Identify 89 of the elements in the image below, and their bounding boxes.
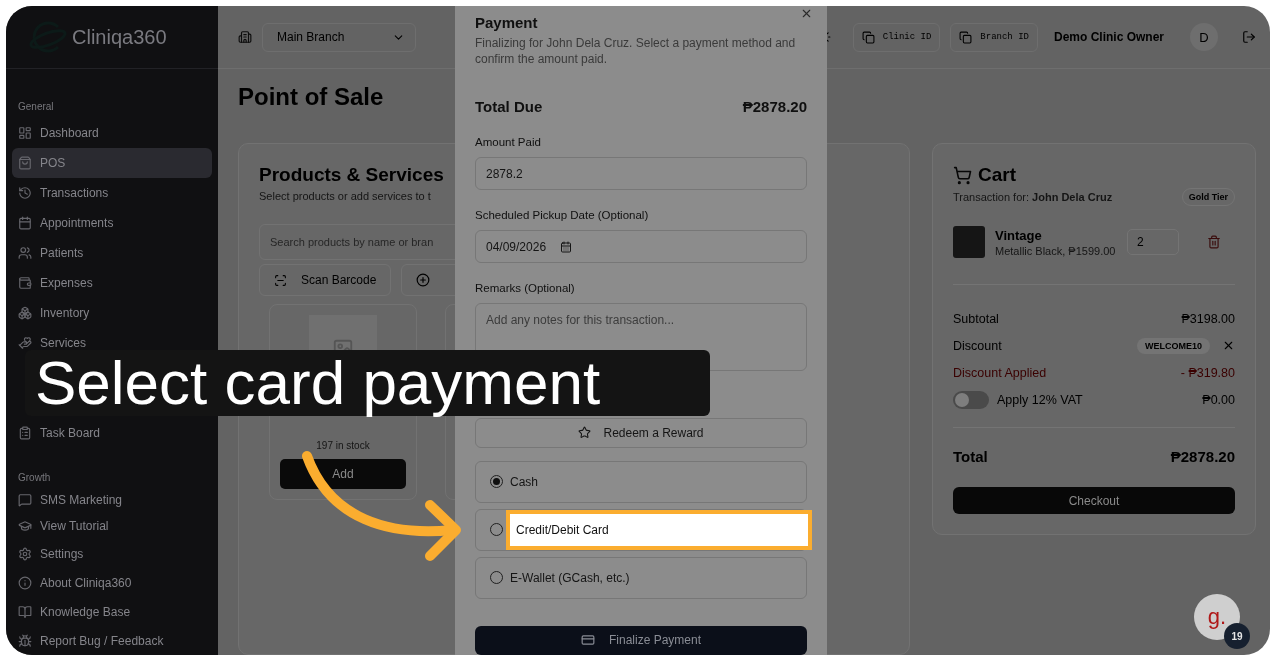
sidebar-item[interactable]: Task Board (12, 418, 212, 449)
graduation-cap-icon (18, 518, 32, 533)
calendar-icon (560, 240, 573, 253)
add-button[interactable]: Add (280, 459, 406, 489)
section-title: General (17, 100, 55, 115)
clipboard-icon (18, 426, 32, 441)
field-label: Scheduled Pickup Date (Optional) (475, 209, 650, 221)
star-icon (578, 426, 592, 440)
bug-icon (18, 633, 32, 648)
info-icon (18, 576, 32, 591)
total-label: Total (953, 448, 988, 465)
book-icon (18, 604, 32, 619)
message-icon (18, 493, 32, 508)
sidebar-item[interactable]: Appointments (12, 208, 212, 239)
summary-value: ₱3198.00 (1181, 311, 1235, 326)
scan-barcode-button[interactable]: Scan Barcode (259, 264, 392, 296)
summary-label: Apply 12% VAT (997, 392, 1083, 407)
sidebar-item[interactable]: Report Bug / Feedback (12, 626, 212, 655)
item-detail: Metallic Black, ₱1599.00 (995, 244, 1116, 257)
item-name: Vintage (995, 227, 1043, 243)
scan-icon (274, 273, 287, 287)
notification-badge: 19 (1224, 623, 1250, 649)
credit-card-icon (580, 633, 595, 648)
hand-heart-icon (18, 336, 32, 351)
card-title: Products & Services (259, 164, 444, 186)
redeem-reward-button[interactable]: Redeem a Reward (475, 418, 807, 448)
summary-label: Discount Applied (953, 365, 1047, 380)
card-subtitle: Select products or add services to t (259, 190, 431, 202)
wallet-icon (18, 276, 32, 291)
building-icon (238, 30, 252, 44)
sidebar-item[interactable]: Expenses (12, 268, 212, 299)
copy-branch-id-button[interactable]: Branch ID (950, 22, 1038, 52)
date-field[interactable]: 04/09/2026 (475, 230, 807, 263)
dashboard-icon (18, 126, 32, 141)
cart-icon (953, 165, 972, 185)
field-label: Remarks (Optional) (475, 282, 576, 294)
quantity-field[interactable]: 2 (1127, 229, 1179, 255)
vat-toggle[interactable] (953, 390, 989, 409)
copy-icon (861, 30, 875, 44)
page-title: Point of Sale (238, 83, 384, 112)
boxes-icon (18, 306, 32, 321)
trash-icon[interactable] (1207, 235, 1221, 249)
shopping-bag-icon (18, 156, 32, 171)
sidebar-item[interactable]: Transactions (12, 178, 212, 209)
finalize-payment-button[interactable]: Finalize Payment (475, 625, 807, 655)
sidebar-item[interactable]: Inventory (12, 298, 212, 329)
customer-text: Transaction for: John Dela Cruz (953, 191, 1113, 203)
card-title: Cart (978, 164, 1016, 186)
product-thumbnail (953, 226, 985, 258)
branch-select[interactable]: Main Branch (262, 22, 416, 52)
total-due-label: Total Due (475, 98, 543, 115)
summary-label: Discount (953, 338, 1002, 353)
sidebar-item[interactable]: SMS Marketing (12, 489, 212, 512)
close-icon[interactable] (1222, 339, 1235, 352)
logo-text: Cliniqa360 (72, 25, 167, 49)
sidebar-item[interactable]: Knowledge Base (12, 597, 212, 627)
plus-circle-icon (416, 273, 431, 287)
sidebar-item[interactable]: Patients (12, 238, 212, 269)
sidebar-item[interactable]: View Tutorial (12, 511, 212, 541)
users-icon (18, 246, 32, 261)
stock-text: 197 in stock (316, 440, 370, 451)
checkout-button[interactable]: Checkout (953, 487, 1235, 514)
dialog-description: Finalizing for John Dela Cruz. Select a payment method and confirm the amount paid. (475, 35, 797, 67)
field-label: Amount Paid (475, 136, 542, 148)
coupon-badge: WELCOME10 (1137, 337, 1210, 354)
user-name: Demo Clinic Owner (1053, 30, 1164, 44)
payment-option[interactable]: E-Wallet (GCash, etc.) (475, 556, 807, 599)
user-avatar[interactable]: D (1190, 23, 1218, 51)
payment-option[interactable]: Cash (475, 460, 807, 503)
section-title: Growth (17, 471, 52, 486)
sidebar-item[interactable]: Dashboard (12, 118, 212, 149)
sidebar-item[interactable]: Settings (12, 540, 212, 569)
input-field[interactable]: 2878.2 (475, 157, 807, 190)
dialog-title: Payment (475, 14, 538, 31)
logout-icon[interactable] (1242, 30, 1256, 44)
calendar-icon (18, 216, 32, 231)
copy-clinic-id-button[interactable]: Clinic ID (852, 22, 941, 52)
summary-label: Subtotal (953, 311, 999, 326)
summary-value: - ₱319.80 (1180, 365, 1235, 380)
history-icon (18, 186, 32, 201)
total-value: ₱2878.20 (1170, 448, 1235, 465)
settings-icon (18, 547, 32, 562)
close-icon[interactable] (800, 7, 813, 20)
total-due-value: ₱2878.20 (742, 98, 807, 115)
summary-value: ₱0.00 (1202, 392, 1235, 407)
caption-tooltip: Select card payment (25, 350, 710, 416)
sidebar-item[interactable]: POS (12, 148, 212, 179)
sidebar-item[interactable]: About Cliniqa360 (12, 568, 212, 598)
copy-icon (959, 30, 973, 44)
